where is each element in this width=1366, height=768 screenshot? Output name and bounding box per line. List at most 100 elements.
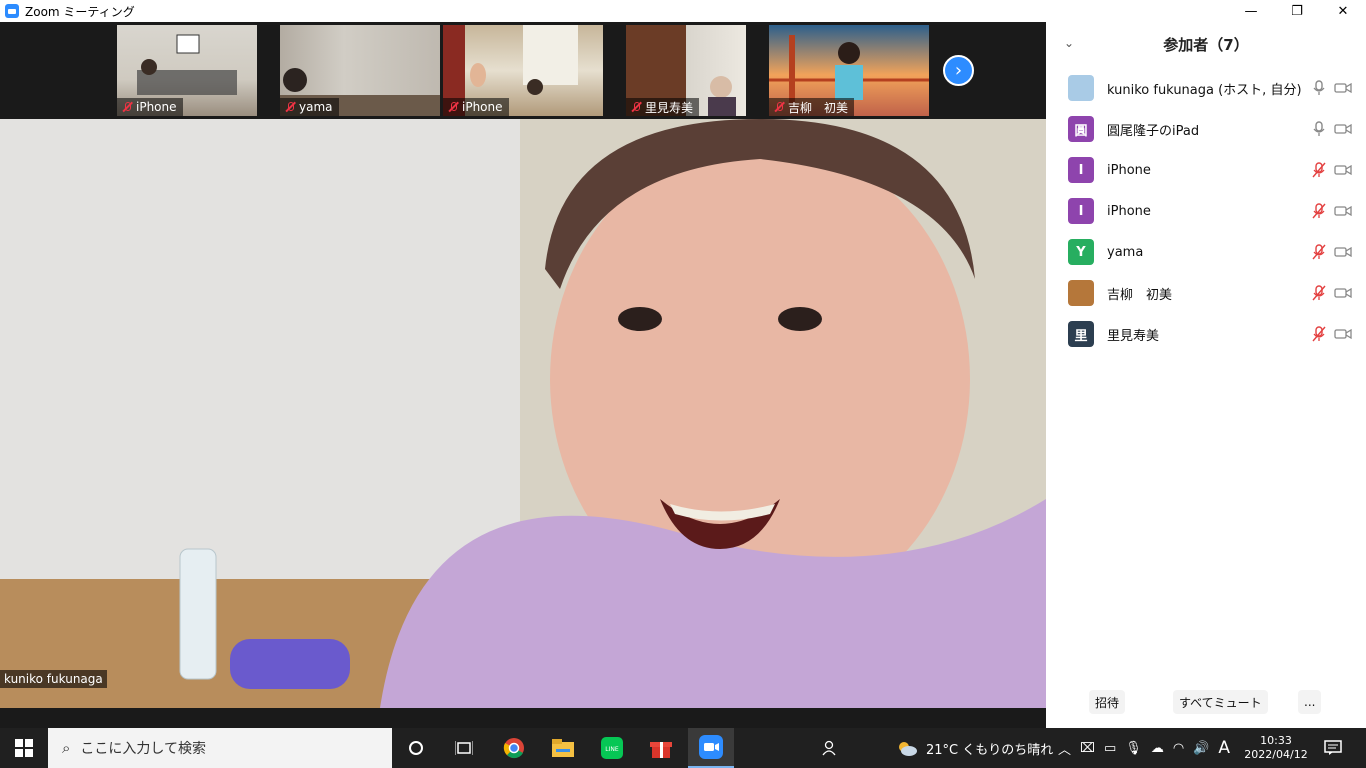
video-camera-icon[interactable] [1334,205,1352,217]
mic-muted-icon [773,101,785,113]
video-camera-icon[interactable] [1334,123,1352,135]
participant-name: 里見寿美 [1107,328,1160,344]
chevron-right-icon: › [954,60,963,81]
thumbnail-label: iPhone [443,98,509,116]
speaker-scene [0,119,1046,708]
thumbnail-strip: iPhone yama iPhone 里見寿美 吉柳 初美 › [0,22,1046,119]
next-page-button[interactable]: › [943,55,974,86]
microphone-icon[interactable] [1312,80,1326,96]
notification-center-icon[interactable] [1318,728,1348,768]
video-camera-icon[interactable] [1334,328,1352,340]
people-icon[interactable] [814,728,844,768]
meeting-controls-bar [0,708,1046,728]
search-icon: ⌕ [62,739,71,757]
thumbnail-label: 里見寿美 [626,98,700,116]
gift-app-icon[interactable] [641,728,681,768]
video-thumbnail[interactable]: 里見寿美 [626,25,746,116]
participant-avatar: Y [1068,239,1094,265]
thumbnail-label: iPhone [117,98,183,116]
mic-muted-icon [121,101,133,113]
clock-time: 10:33 [1260,734,1292,747]
windows-logo-icon [15,739,33,757]
participant-avatar: 圓 [1068,116,1094,142]
mic-muted-icon[interactable] [1312,326,1326,342]
zoom-taskbar-icon[interactable] [688,728,734,768]
participant-avatar [1068,280,1094,306]
title-bar: Zoom ミーティング — ❐ ✕ [0,0,1366,22]
participant-row[interactable]: 吉柳 初美 [1046,273,1366,313]
thumbnail-label: 吉柳 初美 [769,98,855,116]
video-stage: iPhone yama iPhone 里見寿美 吉柳 初美 › kuniko f… [0,22,1046,728]
camera-tray-icon[interactable]: ⌧ [1080,741,1095,756]
cortana-icon[interactable] [396,728,436,768]
mic-muted-icon[interactable] [1312,244,1326,260]
participant-row[interactable]: IiPhone [1046,150,1366,190]
participant-name: iPhone [1107,203,1151,219]
cloudy-sun-icon [899,742,917,756]
zoom-app-icon [5,4,19,18]
participants-header: 参加者（7） [1163,35,1249,54]
participant-row[interactable]: IiPhone [1046,191,1366,231]
participant-row[interactable]: Yyama [1046,232,1366,272]
participant-avatar: I [1068,157,1094,183]
weather-text: 21°C くもりのち晴れ [926,742,1054,758]
active-speaker-video[interactable]: kuniko fukunaga [0,119,1046,708]
participant-name: 吉柳 初美 [1107,287,1173,303]
restore-button[interactable]: ❐ [1274,0,1320,22]
svg-text:LINE: LINE [605,746,619,753]
weather-widget[interactable]: 21°C くもりのち晴れ [896,728,1053,768]
search-placeholder: ここに入力して検索 [80,741,206,757]
video-camera-icon[interactable] [1334,246,1352,258]
line-app-icon[interactable]: LINE [592,728,632,768]
participant-name: kuniko fukunaga (ホスト, 自分) [1107,82,1302,98]
mic-muted-icon [630,101,642,113]
participant-name: yama [1107,244,1144,260]
mic-muted-icon[interactable] [1312,203,1326,219]
participant-row[interactable]: kuniko fukunaga (ホスト, 自分) [1046,68,1366,108]
microphone-icon[interactable]: 🎙 [1125,741,1142,756]
system-tray: ︿ ⌧ ▭ 🎙 ☁ ◠ 🔊 A [1058,728,1230,768]
participant-name: iPhone [1107,162,1151,178]
participants-panel: ⌄ 参加者（7） kuniko fukunaga (ホスト, 自分) 圓圓尾隆子の… [1046,22,1366,728]
minimize-button[interactable]: — [1228,0,1274,22]
wifi-icon[interactable]: ◠ [1173,741,1184,756]
video-camera-icon[interactable] [1334,82,1352,94]
mic-muted-icon[interactable] [1312,285,1326,301]
video-camera-icon[interactable] [1334,164,1352,176]
close-button[interactable]: ✕ [1320,0,1366,22]
participant-row[interactable]: 圓圓尾隆子のiPad [1046,109,1366,149]
speaker-name-label: kuniko fukunaga [0,670,107,688]
mic-muted-icon [447,101,459,113]
video-thumbnail[interactable]: iPhone [443,25,603,116]
volume-icon[interactable]: 🔊 [1193,741,1209,756]
video-thumbnail[interactable]: 吉柳 初美 [769,25,929,116]
ime-indicator[interactable]: A [1218,738,1230,758]
thumbnail-label: yama [280,98,339,116]
more-options-button[interactable]: ... [1298,690,1322,714]
task-view-icon[interactable] [444,728,484,768]
invite-button[interactable]: 招待 [1089,690,1126,714]
mute-all-button[interactable]: すべてミュート [1173,690,1268,714]
video-camera-icon[interactable] [1334,287,1352,299]
participant-name: 圓尾隆子のiPad [1107,123,1200,139]
video-thumbnail[interactable]: yama [280,25,440,116]
mic-muted-icon [284,101,296,113]
onedrive-icon[interactable]: ☁ [1151,741,1164,756]
participant-avatar [1068,75,1094,101]
mic-muted-icon[interactable] [1312,162,1326,178]
taskbar-search-box[interactable]: ⌕ ここに入力して検索 [48,728,392,768]
file-explorer-icon[interactable] [543,728,583,768]
participant-avatar: I [1068,198,1094,224]
window-title: Zoom ミーティング [25,4,135,19]
clock-date: 2022/04/12 [1244,748,1308,761]
participant-row[interactable]: 里里見寿美 [1046,314,1366,354]
windows-taskbar: ⌕ ここに入力して検索 LINE 21°C くもりのち晴れ ︿ ⌧ ▭ 🎙 ☁ … [0,728,1366,768]
start-button[interactable] [0,728,48,768]
clock[interactable]: 10:33 2022/04/12 [1244,728,1308,768]
video-thumbnail[interactable]: iPhone [117,25,257,116]
chrome-icon[interactable] [494,728,534,768]
battery-icon[interactable]: ▭ [1104,741,1116,756]
participant-avatar: 里 [1068,321,1094,347]
chevron-up-icon[interactable]: ︿ [1058,739,1071,758]
microphone-icon[interactable] [1312,121,1326,137]
